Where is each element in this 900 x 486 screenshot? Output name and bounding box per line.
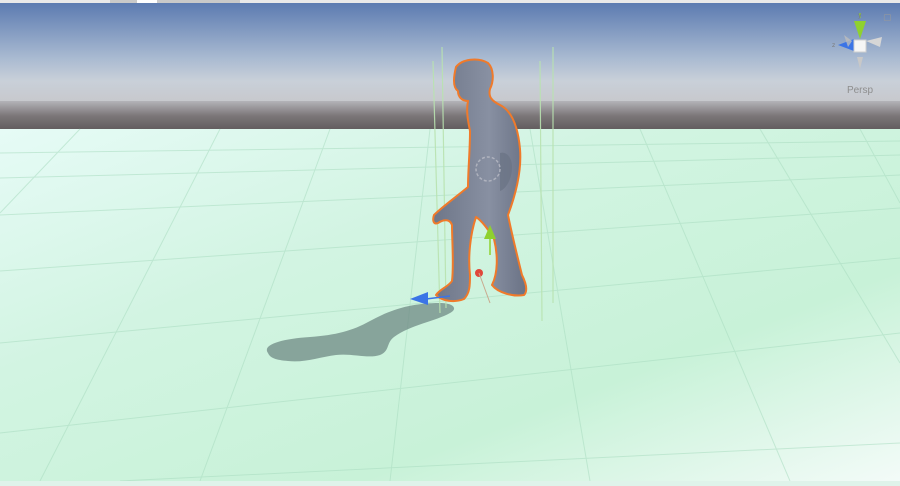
horizon <box>0 101 900 131</box>
svg-text:z: z <box>832 42 835 49</box>
skybox <box>0 3 900 103</box>
view-mode-label[interactable]: Persp <box>830 85 890 96</box>
view-gizmo[interactable]: y z Persp <box>830 12 890 103</box>
lock-icon[interactable]: ▢ <box>883 14 892 23</box>
svg-text:y: y <box>858 13 862 19</box>
axis-gizmo-icon[interactable]: y z <box>830 12 890 83</box>
scene-viewport[interactable]: y z Persp ▢ <box>0 3 900 482</box>
scene-canvas[interactable] <box>0 3 900 482</box>
